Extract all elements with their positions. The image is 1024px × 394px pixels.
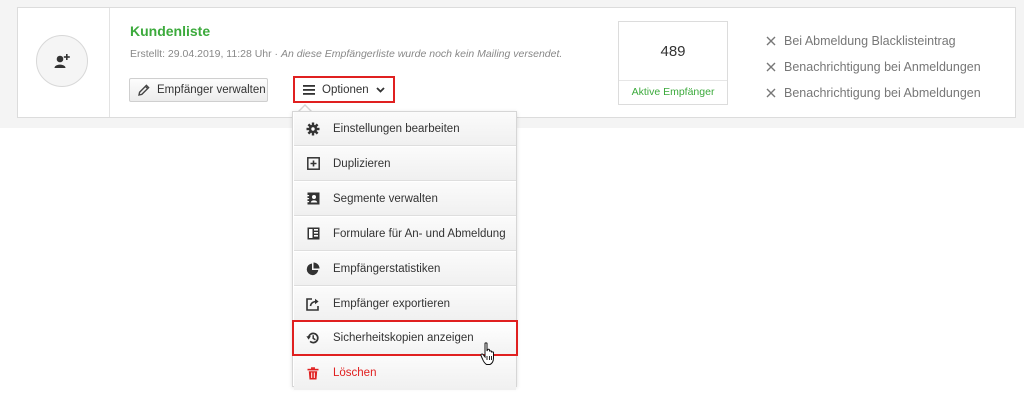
menu-item-statistics[interactable]: Empfängerstatistiken (294, 252, 516, 286)
segments-icon (306, 192, 320, 206)
flag-label: Benachrichtigung bei Abmeldungen (784, 86, 981, 100)
avatar (36, 35, 88, 87)
menu-item-label: Segmente verwalten (333, 192, 438, 205)
active-recipients-label[interactable]: Aktive Empfänger (619, 86, 727, 98)
menu-item-export[interactable]: Empfänger exportieren (294, 287, 516, 321)
menu-item-label: Empfänger exportieren (333, 297, 450, 310)
list-meta: Erstellt: 29.04.2019, 11:28 Uhr · An die… (130, 48, 562, 60)
menu-item-duplicate[interactable]: Duplizieren (294, 147, 516, 181)
flag-subscribe-notification: Benachrichtigung bei Anmeldungen (766, 54, 981, 80)
chevron-down-icon (376, 86, 385, 93)
menu-item-label: Duplizieren (333, 157, 391, 170)
created-date: Erstellt: 29.04.2019, 11:28 Uhr · (130, 48, 281, 60)
menu-item-label: Sicherheitskopien anzeigen (333, 332, 474, 344)
flag-label: Benachrichtigung bei Anmeldungen (784, 60, 981, 74)
export-icon (306, 297, 320, 311)
flag-unsubscribe-notification: Benachrichtigung bei Abmeldungen (766, 80, 981, 106)
menu-item-forms[interactable]: Formulare für An- und Abmeldung (294, 217, 516, 251)
active-recipients-count: 489 (660, 43, 686, 60)
mailing-note: An diese Empfängerliste wurde noch kein … (280, 48, 563, 60)
form-icon (306, 227, 320, 241)
menu-item-label: Einstellungen bearbeiten (333, 122, 460, 135)
manage-recipients-button[interactable]: Empfänger verwalten (129, 78, 268, 102)
menu-item-edit-settings[interactable]: Einstellungen bearbeiten (294, 112, 516, 146)
menu-item-label: Formulare für An- und Abmeldung (333, 227, 506, 240)
pencil-icon (138, 84, 150, 96)
avatar-column (18, 8, 110, 117)
recipient-list-card: Kundenliste Erstellt: 29.04.2019, 11:28 … (17, 7, 1016, 118)
duplicate-icon (306, 157, 320, 171)
pie-chart-icon (306, 262, 320, 276)
list-title[interactable]: Kundenliste (130, 23, 210, 39)
options-label: Optionen (322, 83, 369, 96)
menu-item-label: Löschen (333, 367, 377, 379)
list-settings-flags: Bei Abmeldung Blacklisteintrag Benachric… (766, 28, 981, 106)
menu-item-label: Empfängerstatistiken (333, 262, 441, 275)
stat-divider (619, 80, 727, 81)
trash-icon (306, 366, 320, 380)
active-recipients-stat: 489 Aktive Empfänger (618, 21, 728, 105)
options-button[interactable]: Optionen (293, 76, 395, 103)
menu-item-manage-segments[interactable]: Segmente verwalten (294, 182, 516, 216)
flag-label: Bei Abmeldung Blacklisteintrag (784, 34, 956, 48)
manage-recipients-label: Empfänger verwalten (157, 84, 266, 96)
close-icon (766, 62, 776, 72)
menu-icon (303, 84, 315, 95)
gear-icon (306, 122, 320, 136)
hand-pointer-cursor-icon (480, 342, 498, 371)
close-icon (766, 88, 776, 98)
flag-blacklist: Bei Abmeldung Blacklisteintrag (766, 28, 981, 54)
add-user-icon (54, 54, 70, 68)
close-icon (766, 36, 776, 46)
history-icon (306, 331, 320, 345)
